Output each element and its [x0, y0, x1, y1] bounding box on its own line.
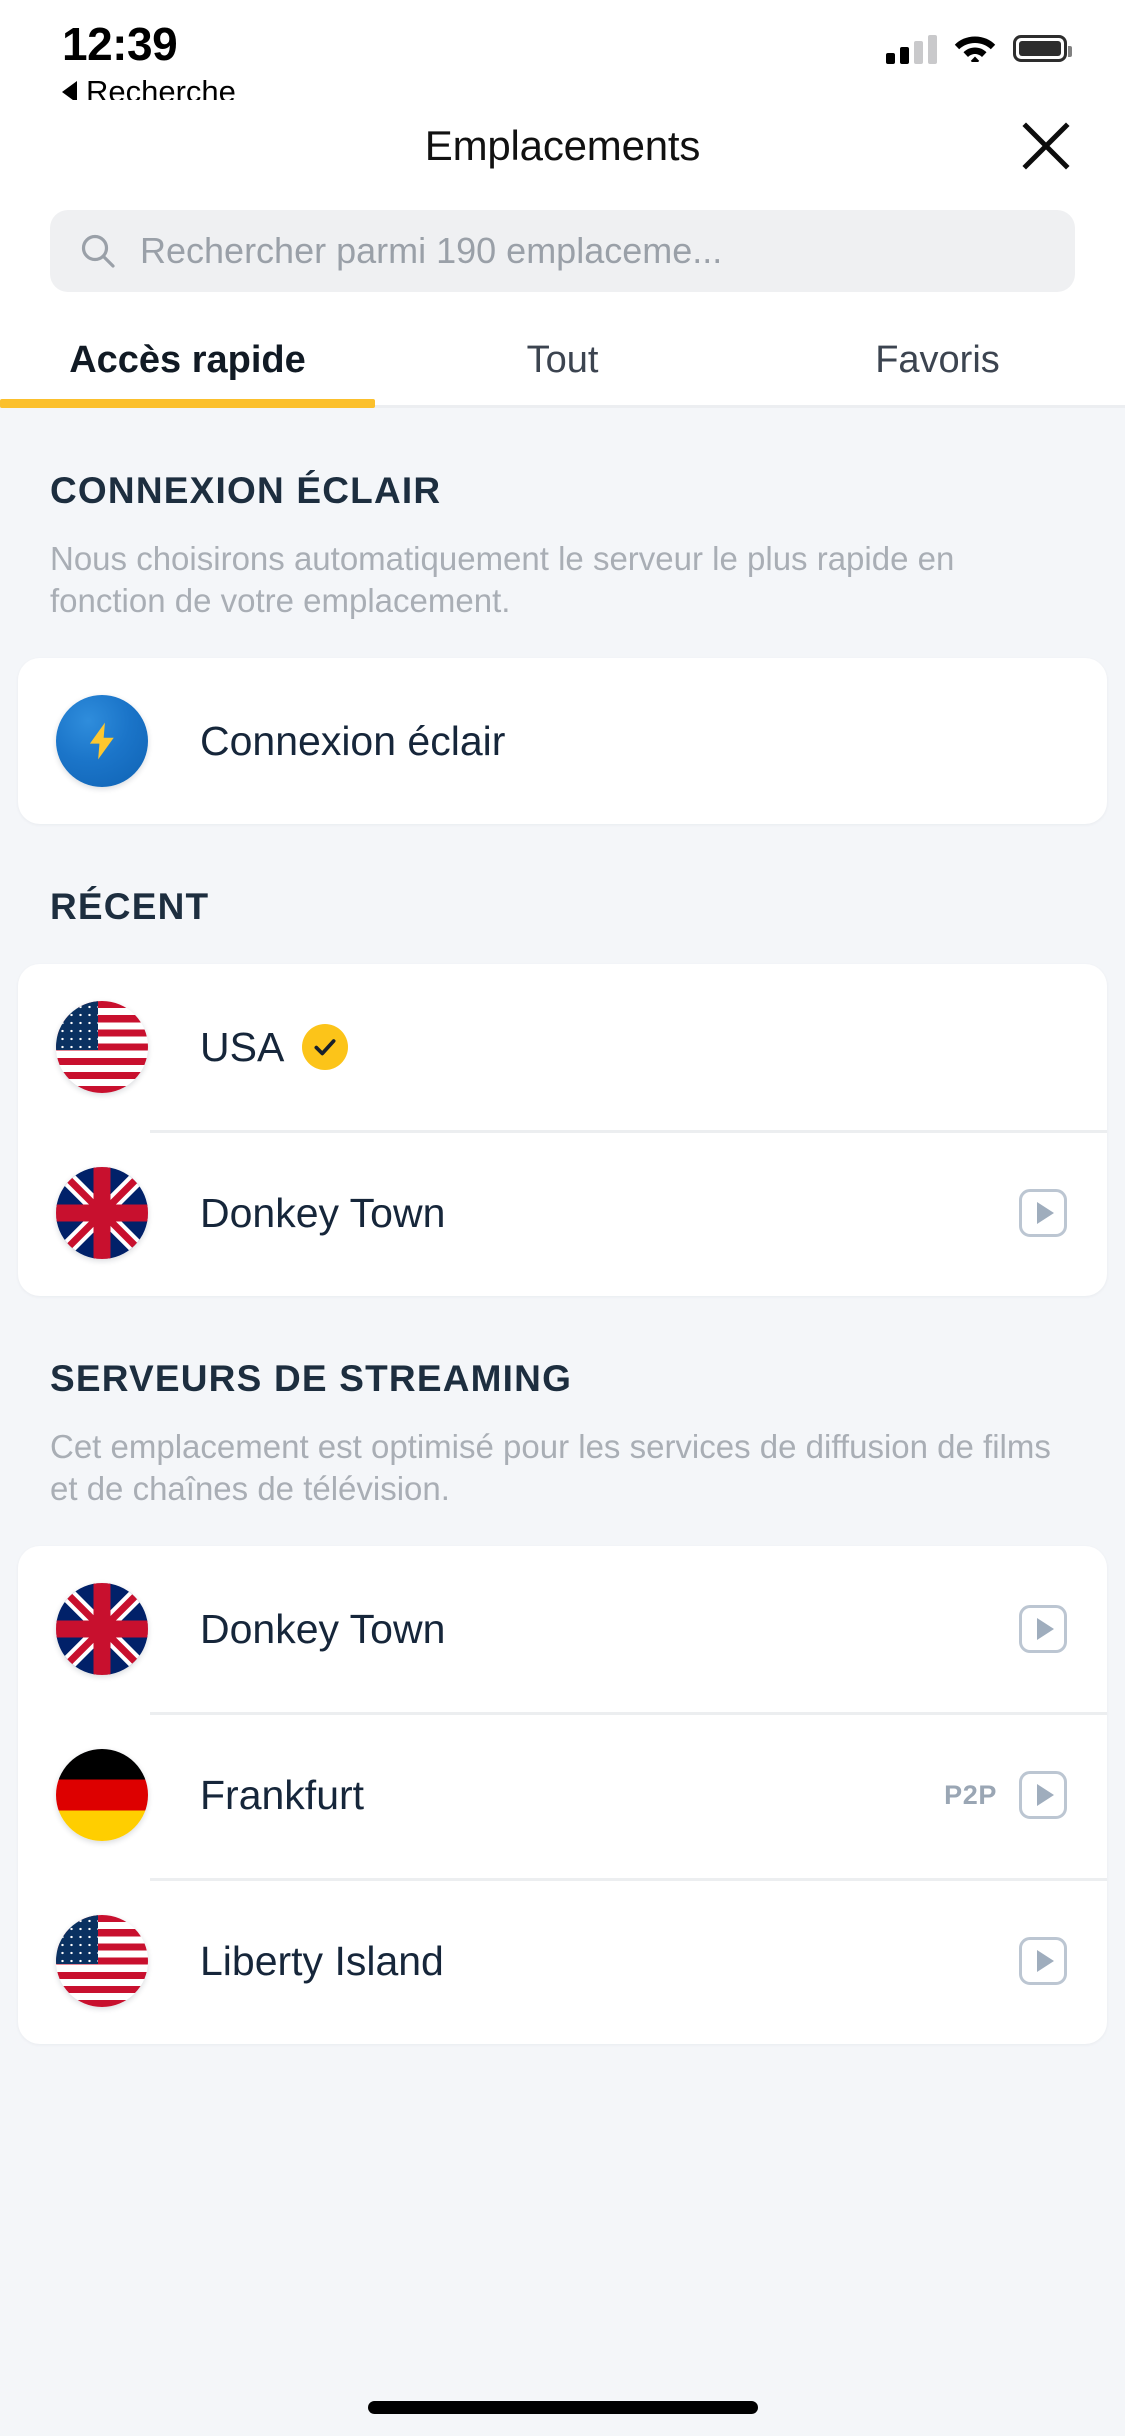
- list-item-donkey-town-recent[interactable]: Donkey Town: [18, 1130, 1107, 1296]
- flag-icon-uk: [56, 1583, 148, 1675]
- list-item-liberty-island[interactable]: Liberty Island: [18, 1878, 1107, 2044]
- list-item-actions: [1019, 1937, 1067, 1985]
- tab-bar: Accès rapide Tout Favoris: [0, 316, 1125, 408]
- section-connexion-eclair-card: Connexion éclair: [18, 658, 1107, 824]
- list-item-frankfurt[interactable]: Frankfurt P2P: [18, 1712, 1107, 1878]
- streaming-play-icon[interactable]: [1019, 1937, 1067, 1985]
- locations-list: CONNEXION ÉCLAIR Nous choisirons automat…: [0, 408, 1125, 2084]
- cellular-signal-icon: [886, 34, 937, 64]
- app-screen: 12:39 Recherche Emplacements Rechercher …: [0, 0, 1125, 2436]
- page-header: Emplacements: [0, 100, 1125, 192]
- tab-label: Favoris: [875, 339, 1000, 381]
- list-item-actions: [1019, 1605, 1067, 1653]
- tab-acces-rapide[interactable]: Accès rapide: [0, 316, 375, 408]
- battery-full-icon: [1013, 35, 1072, 62]
- home-indicator: [367, 2401, 758, 2414]
- selected-check-icon: [302, 1024, 349, 1070]
- search-icon: [81, 234, 115, 268]
- list-item-label-wrap: USA: [200, 1024, 1067, 1071]
- tab-favoris[interactable]: Favoris: [750, 316, 1125, 405]
- status-bar: 12:39 Recherche: [0, 0, 1125, 109]
- section-recent-card: USA Donkey Town: [18, 964, 1107, 1296]
- flag-icon-us: [56, 1001, 148, 1093]
- close-icon: [1022, 122, 1070, 170]
- page-title: Emplacements: [424, 122, 701, 169]
- section-title: CONNEXION ÉCLAIR: [50, 470, 442, 511]
- section-connexion-eclair-header: CONNEXION ÉCLAIR Nous choisirons automat…: [0, 408, 1125, 622]
- section-title: RÉCENT: [50, 886, 210, 927]
- list-item-label: Frankfurt: [200, 1771, 365, 1818]
- section-description: Cet emplacement est optimisé pour les se…: [50, 1428, 1051, 1507]
- status-bar-left: 12:39 Recherche: [62, 18, 236, 110]
- section-description: Nous choisirons automatiquement le serve…: [50, 540, 955, 619]
- tab-label: Tout: [526, 339, 599, 381]
- list-item-label: Liberty Island: [200, 1937, 444, 1984]
- tab-label: Accès rapide: [69, 339, 306, 381]
- list-item-label: Connexion éclair: [200, 717, 506, 764]
- search-bar[interactable]: [50, 210, 1075, 292]
- section-streaming-card: Donkey Town Frankfurt P2P Liberty Island: [18, 1546, 1107, 2044]
- list-item-label: Donkey Town: [200, 1605, 446, 1652]
- flag-icon-de: [56, 1749, 148, 1841]
- streaming-play-icon[interactable]: [1019, 1605, 1067, 1653]
- list-item-actions: [1019, 1189, 1067, 1237]
- flag-icon-us: [56, 1915, 148, 2007]
- section-recent-header: RÉCENT: [0, 824, 1125, 928]
- section-streaming-header: SERVEURS DE STREAMING Cet emplacement es…: [0, 1296, 1125, 1510]
- status-bar-right: [886, 30, 1072, 67]
- search-input[interactable]: [140, 230, 1047, 272]
- status-time: 12:39: [62, 18, 178, 70]
- list-item-usa[interactable]: USA: [18, 964, 1107, 1130]
- flag-icon-uk: [56, 1167, 148, 1259]
- streaming-play-icon[interactable]: [1019, 1189, 1067, 1237]
- list-item-label: USA: [200, 1023, 285, 1070]
- close-button[interactable]: [1015, 115, 1077, 177]
- list-item-label: Donkey Town: [200, 1189, 446, 1236]
- list-item-actions: P2P: [944, 1771, 1067, 1819]
- p2p-badge: P2P: [944, 1779, 997, 1810]
- streaming-play-icon[interactable]: [1019, 1771, 1067, 1819]
- search-area: [0, 192, 1125, 316]
- tab-tout[interactable]: Tout: [375, 316, 750, 405]
- wifi-icon: [953, 30, 997, 67]
- lightning-bolt-icon: [56, 695, 148, 787]
- section-title: SERVEURS DE STREAMING: [50, 1358, 573, 1399]
- list-item-donkey-town-streaming[interactable]: Donkey Town: [18, 1546, 1107, 1712]
- list-item-connexion-eclair[interactable]: Connexion éclair: [18, 658, 1107, 824]
